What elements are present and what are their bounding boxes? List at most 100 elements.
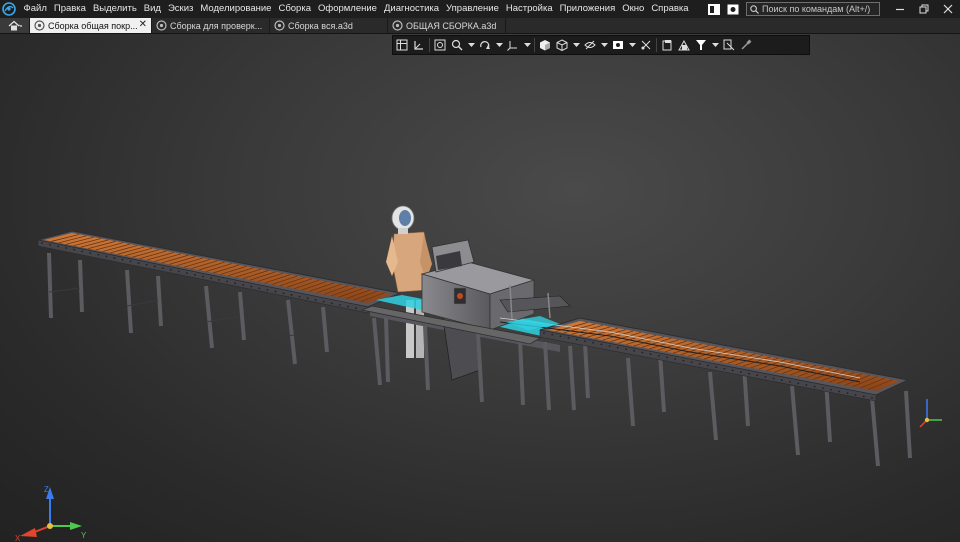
menu-item[interactable]: Моделирование	[197, 0, 275, 18]
dropdown-arrow-icon[interactable]	[523, 37, 531, 53]
bolt	[543, 332, 545, 334]
command-search[interactable]	[746, 2, 880, 16]
section-icon[interactable]	[639, 37, 653, 53]
rotate-icon[interactable]	[478, 37, 492, 53]
display-icon[interactable]	[611, 37, 625, 53]
bolt	[854, 393, 857, 396]
bolt	[258, 287, 261, 290]
document-tabs: Сборка общая покр... ✕ Сборка для провер…	[0, 18, 960, 34]
bolt	[748, 372, 750, 375]
menu-item[interactable]: Файл	[20, 0, 50, 18]
dropdown-arrow-icon[interactable]	[495, 37, 503, 53]
menu-item[interactable]: Выделить	[89, 0, 140, 18]
screenshot-icon[interactable]	[725, 2, 741, 16]
bolt	[105, 255, 108, 258]
dropdown-arrow-icon[interactable]	[711, 37, 719, 53]
bolt	[347, 305, 349, 308]
toolbar-separator	[534, 38, 535, 52]
bolt	[772, 377, 775, 380]
tab-label: Сборка для проверк...	[170, 20, 263, 31]
dropdown-arrow-icon[interactable]	[628, 37, 636, 53]
bolt	[266, 289, 269, 291]
bolt	[338, 304, 341, 306]
select-icon[interactable]	[722, 37, 736, 53]
dropdown-arrow-icon[interactable]	[467, 37, 475, 53]
filter-icon[interactable]	[694, 37, 708, 53]
close-icon[interactable]	[936, 0, 960, 18]
menu-item[interactable]: Справка	[648, 0, 692, 18]
home-icon[interactable]	[0, 18, 30, 33]
bolt	[690, 361, 693, 364]
bolt	[592, 341, 595, 344]
kompas-logo-icon[interactable]	[0, 0, 18, 18]
menu-item[interactable]: Управление	[443, 0, 503, 18]
bolt	[290, 294, 293, 296]
bolt	[649, 353, 652, 356]
bolt	[731, 369, 734, 372]
dropdown-arrow-icon[interactable]	[600, 37, 608, 53]
bolt	[830, 388, 832, 391]
orientation-triad-icon[interactable]: X Y Z	[10, 483, 90, 542]
assembly-model[interactable]	[0, 35, 960, 542]
tab-assembly-main[interactable]: Сборка общая покр... ✕	[30, 18, 152, 33]
menu-item[interactable]: Вид	[140, 0, 164, 18]
bolt	[871, 397, 873, 399]
zoom-icon[interactable]	[450, 37, 464, 53]
tab-assembly-check[interactable]: Сборка для проверк...	[152, 18, 270, 33]
bolt	[813, 385, 816, 388]
menu-item[interactable]: Приложения	[556, 0, 619, 18]
bolt	[169, 268, 172, 271]
panel-toggle-icon[interactable]	[706, 2, 722, 16]
tab-assembly-all[interactable]: Сборка вся.а3d	[270, 18, 388, 33]
grid-icon[interactable]	[395, 37, 409, 53]
bolt	[314, 299, 317, 301]
local-axis-triad-icon	[919, 399, 942, 428]
restore-icon[interactable]	[912, 0, 936, 18]
shaded-icon[interactable]	[538, 37, 552, 53]
bolt	[559, 335, 562, 338]
menu-bar: Файл Правка Выделить Вид Эскиз Моделирование С…	[0, 0, 960, 18]
menu-item[interactable]: Диагностика	[380, 0, 442, 18]
bolt	[723, 367, 726, 370]
bolt	[121, 258, 124, 261]
menu-item[interactable]: Оформление	[315, 0, 381, 18]
minimize-icon[interactable]	[888, 0, 912, 18]
bolt	[633, 349, 636, 352]
bolt	[226, 280, 229, 283]
perspective-icon[interactable]	[677, 37, 691, 53]
eyedropper-icon[interactable]	[739, 37, 753, 53]
tab-close-icon[interactable]: ✕	[139, 19, 147, 30]
3d-viewport[interactable]: X Y Z	[0, 35, 960, 542]
bolt	[250, 285, 253, 288]
bolt	[218, 278, 221, 281]
menu-item[interactable]: Окно	[619, 0, 648, 18]
menu-item[interactable]: Правка	[50, 0, 89, 18]
menu-item[interactable]: Настройка	[502, 0, 556, 18]
hide-icon[interactable]	[583, 37, 597, 53]
dropdown-arrow-icon[interactable]	[572, 37, 580, 53]
bolt	[780, 379, 783, 382]
bolt	[161, 267, 164, 270]
bolt	[177, 270, 180, 273]
bolt	[674, 358, 677, 360]
bolt	[551, 333, 554, 336]
toolbar-separator	[656, 38, 657, 52]
zoom-fit-icon[interactable]	[433, 37, 447, 53]
bolt	[666, 356, 668, 359]
assembly-file-icon	[34, 20, 45, 31]
bolt	[616, 346, 619, 349]
bolt	[715, 366, 718, 369]
bolt	[682, 359, 685, 362]
axes-icon[interactable]	[506, 37, 520, 53]
bolt	[81, 250, 84, 253]
command-search-input[interactable]	[762, 4, 878, 14]
orient-icon[interactable]	[412, 37, 426, 53]
menu-item[interactable]: Эскиз	[164, 0, 196, 18]
menu-item[interactable]: Сборка	[275, 0, 315, 18]
bolt	[322, 300, 325, 303]
tab-general-assembly[interactable]: ОБЩАЯ СБОРКА.а3d	[388, 18, 506, 33]
bolt	[49, 243, 51, 246]
cut-icon[interactable]	[660, 37, 674, 53]
bolt	[698, 362, 701, 365]
wireframe-icon[interactable]	[555, 37, 569, 53]
